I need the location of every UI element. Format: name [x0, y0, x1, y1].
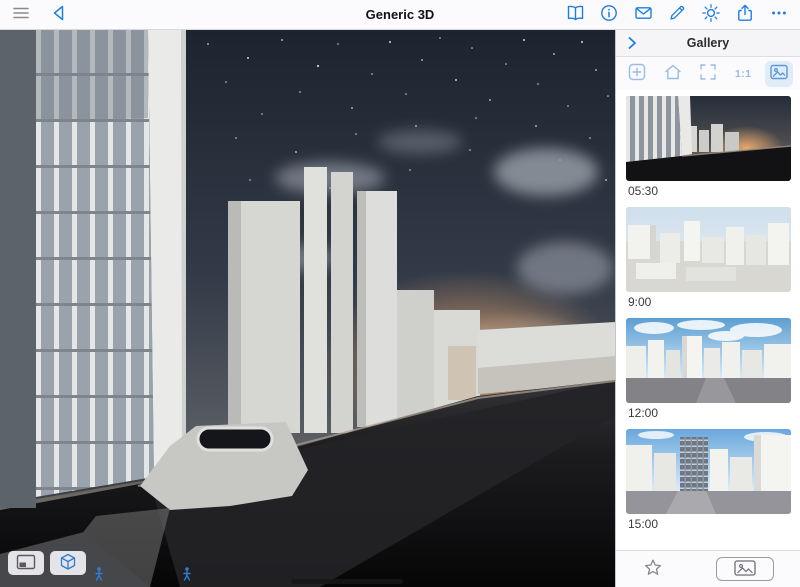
back-button[interactable] [48, 4, 70, 26]
more-button[interactable] [768, 4, 790, 26]
photos-tab-icon [734, 559, 756, 579]
main-content: Gallery 1:1 05:30 9:00 12:00 15:00 [0, 30, 800, 587]
preview-window-button[interactable] [8, 551, 44, 575]
back-triangle-icon [49, 3, 69, 26]
share-icon [735, 3, 755, 26]
gallery-item: 15:00 [626, 429, 791, 531]
gallery-thumbnail-1500[interactable] [626, 429, 791, 514]
walk-person-icon [92, 567, 106, 585]
sun-settings-button[interactable] [700, 4, 722, 26]
gallery-title: Gallery [686, 36, 730, 50]
gallery-toolbar: 1:1 [616, 57, 800, 90]
gallery-item-time: 05:30 [628, 184, 659, 198]
expand-corners-icon [697, 61, 719, 86]
home-icon [662, 61, 684, 86]
photo-image-icon [768, 61, 790, 86]
book-icon [565, 3, 586, 26]
gallery-header: Gallery [616, 30, 800, 57]
preview-window-icon [16, 554, 36, 573]
gallery-item: 9:00 [626, 207, 791, 309]
gallery-footer [616, 550, 800, 587]
menu-button[interactable] [10, 4, 32, 26]
gallery-item: 05:30 [626, 96, 791, 198]
topbar-left-group [10, 4, 70, 26]
one-to-one-button[interactable]: 1:1 [729, 61, 757, 87]
gallery-item: 12:00 [626, 318, 791, 420]
add-item-button[interactable] [623, 61, 651, 87]
mail-button[interactable] [632, 4, 654, 26]
gallery-item-time: 12:00 [628, 406, 659, 420]
zoom-fit-button[interactable] [694, 61, 722, 87]
walk-marker-button[interactable] [180, 566, 194, 585]
gallery-thumbnail-0530[interactable] [626, 96, 791, 181]
orientation-cube-button[interactable] [50, 551, 86, 575]
share-button[interactable] [734, 4, 756, 26]
panel-collapse-button[interactable] [622, 34, 642, 54]
walk-marker-button[interactable] [92, 566, 106, 585]
walk-person-icon [180, 567, 194, 585]
one-to-one-icon: 1:1 [734, 67, 752, 80]
gallery-item-time: 9:00 [628, 295, 652, 309]
gallery-item-time: 15:00 [628, 517, 659, 531]
ellipsis-icon [769, 3, 789, 26]
gallery-thumbnail-1200[interactable] [626, 318, 791, 403]
sun-icon [701, 3, 721, 26]
star-icon [642, 557, 664, 582]
home-indicator[interactable] [291, 579, 403, 584]
pencil-icon [667, 3, 687, 26]
gallery-panel: Gallery 1:1 05:30 9:00 12:00 15:00 [615, 30, 800, 587]
info-icon [599, 3, 619, 26]
photos-mode-button[interactable] [764, 60, 793, 87]
city-dusk-render [0, 30, 615, 587]
bookmarks-button[interactable] [564, 4, 586, 26]
chevron-right-icon [623, 37, 641, 55]
photos-tab-button[interactable] [716, 557, 774, 581]
info-button[interactable] [598, 4, 620, 26]
gallery-thumbnail-0900[interactable] [626, 207, 791, 292]
envelope-icon [633, 3, 654, 26]
plus-box-icon [626, 61, 648, 86]
favorites-tab-button[interactable] [642, 557, 664, 582]
top-toolbar: Generic 3D [0, 0, 800, 30]
home-view-button[interactable] [659, 61, 687, 87]
gallery-list: 05:30 9:00 12:00 15:00 [616, 90, 800, 550]
topbar-right-group [564, 4, 790, 26]
viewport-3d[interactable] [0, 30, 615, 587]
markup-button[interactable] [666, 4, 688, 26]
app-screen: Generic 3D Gallery 1:1 05:30 9:00 12:00 … [0, 0, 800, 587]
hamburger-menu-icon [11, 3, 31, 26]
cube-3d-icon [58, 552, 78, 575]
